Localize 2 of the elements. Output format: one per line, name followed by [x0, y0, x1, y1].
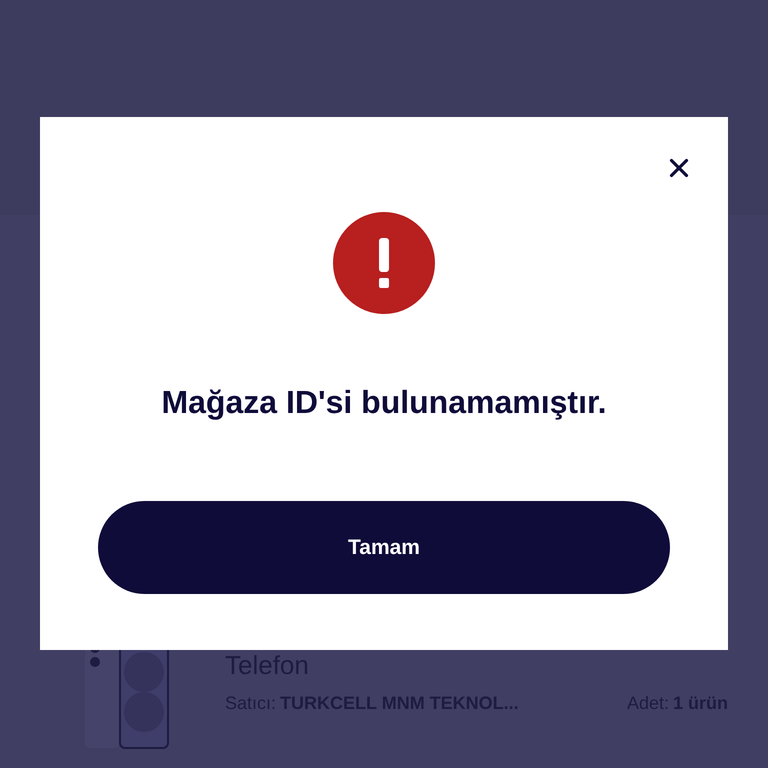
- ok-button[interactable]: Tamam: [98, 501, 670, 594]
- error-message: Mağaza ID'si bulunamamıştır.: [161, 383, 607, 422]
